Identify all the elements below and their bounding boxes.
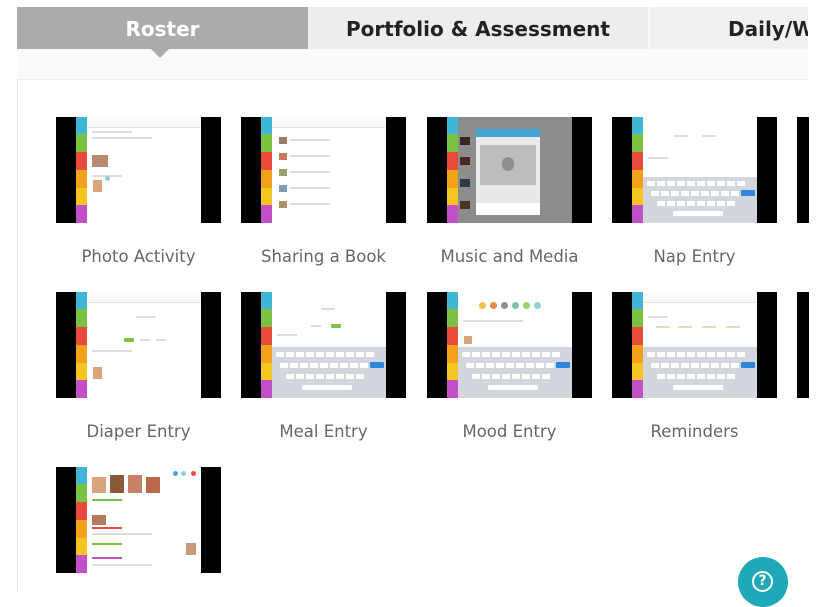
active-tab-caret <box>151 49 169 58</box>
tile-label: Sharing a Book <box>260 247 386 266</box>
tab-bar-underlay <box>17 49 808 80</box>
tab-portfolio-assessment[interactable]: Portfolio & Assessment <box>308 7 649 49</box>
tile-nap-entry[interactable]: Nap Entry <box>612 117 777 266</box>
tile-music-and-media[interactable]: Music and Media <box>427 117 592 266</box>
keyboard <box>272 347 386 398</box>
tile-reminders[interactable]: Reminders <box>612 292 777 441</box>
help-button[interactable]: ? <box>738 557 788 607</box>
tile-label: Reminders <box>650 422 739 441</box>
sidebar-colors <box>76 117 87 223</box>
keyboard <box>643 347 757 398</box>
help-icon: ? <box>752 571 773 592</box>
content-border <box>17 80 18 591</box>
tab-roster[interactable]: Roster <box>17 7 308 49</box>
meal-entry-thumbnail[interactable] <box>241 292 406 398</box>
tile-meal-entry[interactable]: Meal Entry <box>241 292 406 441</box>
keyboard <box>643 177 757 223</box>
tile-mood-entry[interactable]: Mood Entry <box>427 292 592 441</box>
tab-daily-weekly[interactable]: Daily/We <box>650 7 808 49</box>
tile-label: Diaper Entry <box>86 422 191 441</box>
sharing-book-thumbnail[interactable] <box>241 117 406 223</box>
tile-activity-feed[interactable] <box>56 467 221 573</box>
next-tile-partial <box>797 117 809 223</box>
reminders-thumbnail[interactable] <box>612 292 777 398</box>
tile-label: Nap Entry <box>653 247 736 266</box>
nap-entry-thumbnail[interactable] <box>612 117 777 223</box>
activity-feed-thumbnail[interactable] <box>56 467 221 573</box>
tile-label: Mood Entry <box>462 422 557 441</box>
keyboard <box>458 347 572 398</box>
tile-sharing-a-book[interactable]: Sharing a Book <box>241 117 406 266</box>
photo-activity-thumbnail[interactable] <box>56 117 221 223</box>
mood-entry-thumbnail[interactable] <box>427 292 592 398</box>
tile-photo-activity[interactable]: Photo Activity <box>56 117 221 266</box>
tab-bar: Roster Portfolio & Assessment Daily/We <box>17 7 808 49</box>
next-tile-partial <box>797 292 809 398</box>
music-media-thumbnail[interactable] <box>427 117 592 223</box>
tile-label: Meal Entry <box>279 422 368 441</box>
tile-diaper-entry[interactable]: Diaper Entry <box>56 292 221 441</box>
tile-label: Music and Media <box>440 247 579 266</box>
tile-label: Photo Activity <box>81 247 196 266</box>
diaper-entry-thumbnail[interactable] <box>56 292 221 398</box>
